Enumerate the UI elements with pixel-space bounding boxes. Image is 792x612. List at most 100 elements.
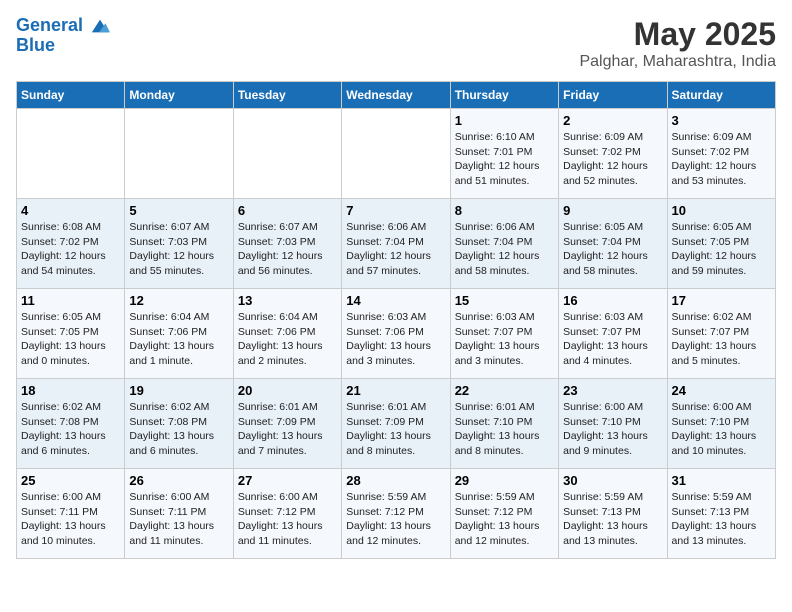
day-cell [125,109,233,199]
day-info: Sunrise: 6:00 AMSunset: 7:10 PMDaylight:… [563,400,662,459]
column-header-wednesday: Wednesday [342,82,450,109]
day-number: 18 [21,383,120,398]
day-cell: 5 Sunrise: 6:07 AMSunset: 7:03 PMDaylight… [125,199,233,289]
day-info: Sunrise: 6:04 AMSunset: 7:06 PMDaylight:… [238,310,337,369]
day-number: 14 [346,293,445,308]
day-number: 2 [563,113,662,128]
day-info: Sunrise: 6:01 AMSunset: 7:09 PMDaylight:… [238,400,337,459]
column-header-monday: Monday [125,82,233,109]
day-number: 16 [563,293,662,308]
day-number: 1 [455,113,554,128]
day-info: Sunrise: 6:03 AMSunset: 7:07 PMDaylight:… [455,310,554,369]
day-cell: 3 Sunrise: 6:09 AMSunset: 7:02 PMDaylight… [667,109,775,199]
day-info: Sunrise: 6:08 AMSunset: 7:02 PMDaylight:… [21,220,120,279]
day-number: 3 [672,113,771,128]
week-row-2: 4 Sunrise: 6:08 AMSunset: 7:02 PMDaylight… [17,199,776,289]
day-info: Sunrise: 6:00 AMSunset: 7:11 PMDaylight:… [21,490,120,549]
day-cell: 24 Sunrise: 6:00 AMSunset: 7:10 PMDayligh… [667,379,775,469]
column-header-tuesday: Tuesday [233,82,341,109]
day-cell: 20Sunrise: 6:01 AMSunset: 7:09 PMDayligh… [233,379,341,469]
day-info: Sunrise: 6:03 AMSunset: 7:07 PMDaylight:… [563,310,662,369]
day-number: 17 [672,293,771,308]
day-cell: 9 Sunrise: 6:05 AMSunset: 7:04 PMDaylight… [559,199,667,289]
day-info: Sunrise: 6:05 AMSunset: 7:05 PMDaylight:… [21,310,120,369]
day-cell: 4 Sunrise: 6:08 AMSunset: 7:02 PMDaylight… [17,199,125,289]
week-row-4: 18 Sunrise: 6:02 AMSunset: 7:08 PMDayligh… [17,379,776,469]
day-number: 12 [129,293,228,308]
day-cell [17,109,125,199]
day-info: Sunrise: 6:02 AMSunset: 7:08 PMDaylight:… [129,400,228,459]
day-cell: 8 Sunrise: 6:06 AMSunset: 7:04 PMDaylight… [450,199,558,289]
day-cell [342,109,450,199]
day-info: Sunrise: 6:05 AMSunset: 7:05 PMDaylight:… [672,220,771,279]
day-cell: 15 Sunrise: 6:03 AMSunset: 7:07 PMDayligh… [450,289,558,379]
day-cell: 6 Sunrise: 6:07 AMSunset: 7:03 PMDaylight… [233,199,341,289]
day-number: 23 [563,383,662,398]
week-row-5: 25 Sunrise: 6:00 AMSunset: 7:11 PMDayligh… [17,469,776,559]
day-cell [233,109,341,199]
day-cell: 11 Sunrise: 6:05 AMSunset: 7:05 PMDayligh… [17,289,125,379]
day-cell: 12Sunrise: 6:04 AMSunset: 7:06 PMDayligh… [125,289,233,379]
day-cell: 17 Sunrise: 6:02 AMSunset: 7:07 PMDayligh… [667,289,775,379]
day-number: 22 [455,383,554,398]
day-number: 6 [238,203,337,218]
day-cell: 23 Sunrise: 6:00 AMSunset: 7:10 PMDayligh… [559,379,667,469]
day-cell: 18 Sunrise: 6:02 AMSunset: 7:08 PMDayligh… [17,379,125,469]
day-info: Sunrise: 6:01 AMSunset: 7:10 PMDaylight:… [455,400,554,459]
column-header-thursday: Thursday [450,82,558,109]
day-cell: 10Sunrise: 6:05 AMSunset: 7:05 PMDayligh… [667,199,775,289]
day-cell: 26 Sunrise: 6:00 AMSunset: 7:11 PMDayligh… [125,469,233,559]
day-info: Sunrise: 6:06 AMSunset: 7:04 PMDaylight:… [455,220,554,279]
day-number: 31 [672,473,771,488]
day-cell: 30Sunrise: 5:59 AMSunset: 7:13 PMDayligh… [559,469,667,559]
day-number: 25 [21,473,120,488]
column-header-sunday: Sunday [17,82,125,109]
day-number: 4 [21,203,120,218]
day-info: Sunrise: 6:00 AMSunset: 7:12 PMDaylight:… [238,490,337,549]
page-header: General Blue May 2025 Palghar, Maharasht… [16,16,776,71]
day-cell: 1 Sunrise: 6:10 AMSunset: 7:01 PMDaylight… [450,109,558,199]
day-info: Sunrise: 5:59 AMSunset: 7:12 PMDaylight:… [346,490,445,549]
day-cell: 19 Sunrise: 6:02 AMSunset: 7:08 PMDayligh… [125,379,233,469]
day-info: Sunrise: 6:02 AMSunset: 7:07 PMDaylight:… [672,310,771,369]
logo: General Blue [16,16,110,56]
day-info: Sunrise: 6:07 AMSunset: 7:03 PMDaylight:… [129,220,228,279]
day-number: 8 [455,203,554,218]
day-info: Sunrise: 6:07 AMSunset: 7:03 PMDaylight:… [238,220,337,279]
day-info: Sunrise: 6:05 AMSunset: 7:04 PMDaylight:… [563,220,662,279]
day-number: 9 [563,203,662,218]
day-cell: 25 Sunrise: 6:00 AMSunset: 7:11 PMDayligh… [17,469,125,559]
day-number: 5 [129,203,228,218]
day-info: Sunrise: 6:00 AMSunset: 7:11 PMDaylight:… [129,490,228,549]
day-number: 30 [563,473,662,488]
day-number: 11 [21,293,120,308]
calendar-table: SundayMondayTuesdayWednesdayThursdayFrid… [16,81,776,559]
day-number: 15 [455,293,554,308]
week-row-3: 11 Sunrise: 6:05 AMSunset: 7:05 PMDayligh… [17,289,776,379]
day-cell: 21Sunrise: 6:01 AMSunset: 7:09 PMDayligh… [342,379,450,469]
subtitle: Palghar, Maharashtra, India [579,53,776,71]
day-cell: 7 Sunrise: 6:06 AMSunset: 7:04 PMDaylight… [342,199,450,289]
day-cell: 27Sunrise: 6:00 AMSunset: 7:12 PMDayligh… [233,469,341,559]
day-cell: 22 Sunrise: 6:01 AMSunset: 7:10 PMDayligh… [450,379,558,469]
day-number: 29 [455,473,554,488]
main-title: May 2025 [579,16,776,53]
day-cell: 28Sunrise: 5:59 AMSunset: 7:12 PMDayligh… [342,469,450,559]
day-number: 26 [129,473,228,488]
day-info: Sunrise: 5:59 AMSunset: 7:13 PMDaylight:… [672,490,771,549]
day-cell: 2Sunrise: 6:09 AMSunset: 7:02 PMDaylight… [559,109,667,199]
day-number: 24 [672,383,771,398]
day-info: Sunrise: 6:10 AMSunset: 7:01 PMDaylight:… [455,130,554,189]
day-info: Sunrise: 6:02 AMSunset: 7:08 PMDaylight:… [21,400,120,459]
day-cell: 31 Sunrise: 5:59 AMSunset: 7:13 PMDayligh… [667,469,775,559]
week-row-1: 1 Sunrise: 6:10 AMSunset: 7:01 PMDaylight… [17,109,776,199]
day-info: Sunrise: 6:00 AMSunset: 7:10 PMDaylight:… [672,400,771,459]
day-number: 19 [129,383,228,398]
day-number: 7 [346,203,445,218]
logo-text: General [16,16,110,36]
day-info: Sunrise: 6:01 AMSunset: 7:09 PMDaylight:… [346,400,445,459]
day-info: Sunrise: 6:06 AMSunset: 7:04 PMDaylight:… [346,220,445,279]
header-row: SundayMondayTuesdayWednesdayThursdayFrid… [17,82,776,109]
day-info: Sunrise: 6:09 AMSunset: 7:02 PMDaylight:… [672,130,771,189]
day-info: Sunrise: 5:59 AMSunset: 7:12 PMDaylight:… [455,490,554,549]
